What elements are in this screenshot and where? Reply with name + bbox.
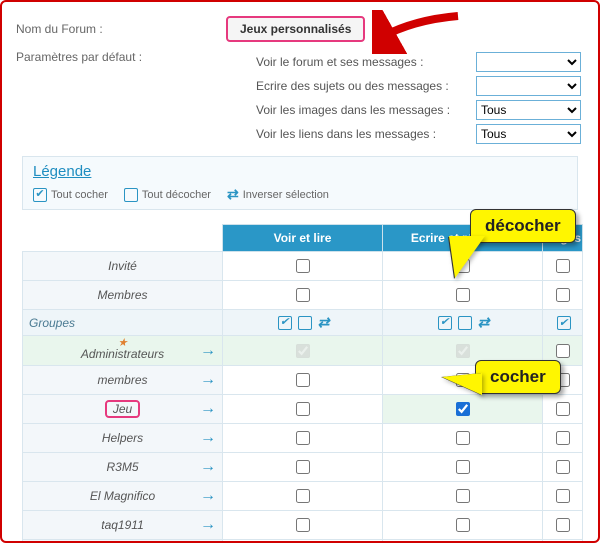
- perm-checkbox[interactable]: [296, 489, 310, 503]
- perm-checkbox[interactable]: [456, 402, 470, 416]
- row-name: taq1911 →: [23, 511, 223, 540]
- perm-checkbox[interactable]: [456, 288, 470, 302]
- perm-checkbox[interactable]: [456, 489, 470, 503]
- legend-uncheck-all: Tout décocher: [142, 189, 211, 201]
- select-images[interactable]: Tous: [476, 100, 581, 120]
- perm-checkbox[interactable]: [296, 402, 310, 416]
- col-uncheck-all-icon[interactable]: [458, 316, 472, 330]
- param-label-images: Voir les images dans les messages :: [256, 103, 476, 117]
- arrow-right-icon[interactable]: →: [200, 458, 216, 476]
- perm-checkbox[interactable]: [556, 344, 570, 358]
- callout-decocher: décocher: [470, 209, 576, 243]
- perm-checkbox[interactable]: [556, 460, 570, 474]
- label-forum-name: Nom du Forum :: [16, 22, 226, 36]
- label-defaults: Paramètres par défaut :: [16, 50, 226, 64]
- perm-checkbox[interactable]: [296, 259, 310, 273]
- perm-checkbox[interactable]: [296, 344, 310, 358]
- select-view-forum[interactable]: [476, 52, 581, 72]
- col-uncheck-all-icon[interactable]: [298, 316, 312, 330]
- param-label-links: Voir les liens dans les messages :: [256, 127, 476, 141]
- callout-cocher: cocher: [475, 360, 561, 394]
- perm-checkbox[interactable]: [556, 402, 570, 416]
- param-label-view-forum: Voir le forum et ses messages :: [256, 55, 476, 69]
- arrow-right-icon[interactable]: →: [200, 487, 216, 505]
- arrow-right-icon[interactable]: →: [200, 400, 216, 418]
- perm-checkbox[interactable]: [556, 288, 570, 302]
- perm-checkbox[interactable]: [456, 344, 470, 358]
- annotation-arrow-icon: [372, 10, 462, 54]
- perm-checkbox[interactable]: [456, 460, 470, 474]
- row-name: Jeu →: [23, 395, 223, 424]
- select-links[interactable]: Tous: [476, 124, 581, 144]
- legend-check-all: Tout cocher: [51, 189, 108, 201]
- perm-checkbox[interactable]: [456, 431, 470, 445]
- perm-checkbox[interactable]: [556, 259, 570, 273]
- legend-title: Légende: [33, 163, 567, 180]
- legend-box: Légende ✔ Tout cocher Tout décocher ⇄ In…: [22, 156, 578, 210]
- forum-name-value: Jeux personnalisés: [226, 16, 365, 42]
- row-name: Membres: [23, 281, 223, 310]
- perm-checkbox[interactable]: [296, 460, 310, 474]
- invert-icon[interactable]: ⇄: [227, 186, 239, 203]
- row-name: Brit06 →: [23, 540, 223, 543]
- select-write[interactable]: [476, 76, 581, 96]
- check-all-icon[interactable]: ✔: [33, 188, 47, 202]
- section-groupes: Groupes: [23, 310, 223, 336]
- legend-invert: Inverser sélection: [243, 189, 329, 201]
- perm-checkbox[interactable]: [296, 373, 310, 387]
- perm-checkbox[interactable]: [296, 431, 310, 445]
- col-invert-icon[interactable]: ⇄: [318, 314, 330, 331]
- col-check-all-icon[interactable]: ✔: [557, 316, 571, 330]
- row-name: ★Administrateurs →: [23, 336, 223, 366]
- perm-checkbox[interactable]: [296, 518, 310, 532]
- row-name: El Magnifico →: [23, 482, 223, 511]
- col-check-all-icon[interactable]: ✔: [278, 316, 292, 330]
- col-check-all-icon[interactable]: ✔: [438, 316, 452, 330]
- row-name: Helpers →: [23, 424, 223, 453]
- perm-checkbox[interactable]: [556, 518, 570, 532]
- perm-checkbox[interactable]: [296, 288, 310, 302]
- col-invert-icon[interactable]: ⇄: [478, 314, 490, 331]
- row-name: R3M5 →: [23, 453, 223, 482]
- param-label-write: Ecrire des sujets ou des messages :: [256, 79, 476, 93]
- arrow-right-icon[interactable]: →: [200, 371, 216, 389]
- row-name: Invité: [23, 252, 223, 281]
- row-name: membres →: [23, 366, 223, 395]
- uncheck-all-icon[interactable]: [124, 188, 138, 202]
- perm-checkbox[interactable]: [556, 489, 570, 503]
- perm-checkbox[interactable]: [556, 431, 570, 445]
- arrow-right-icon[interactable]: →: [200, 429, 216, 447]
- arrow-right-icon[interactable]: →: [200, 516, 216, 534]
- th-voir: Voir et lire: [223, 225, 383, 252]
- perm-checkbox[interactable]: [456, 518, 470, 532]
- arrow-right-icon[interactable]: →: [200, 342, 216, 360]
